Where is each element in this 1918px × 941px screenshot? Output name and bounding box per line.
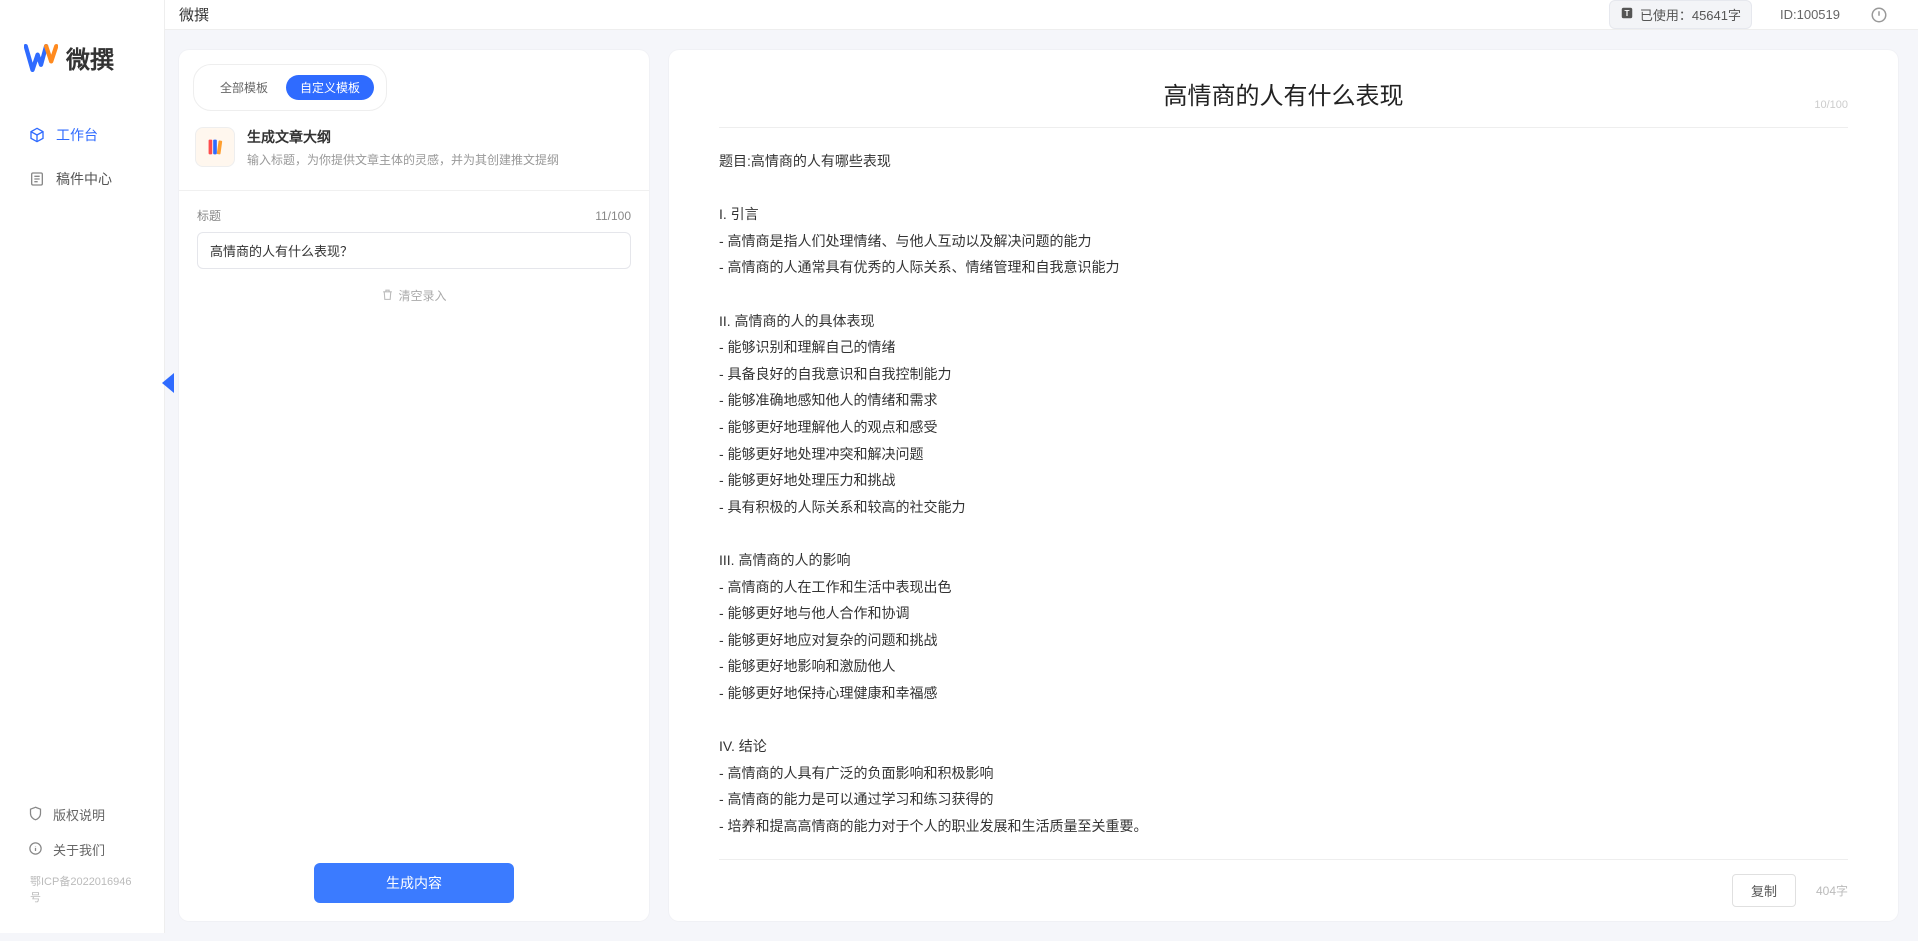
info-icon	[28, 841, 43, 859]
header: 微撰 T 已使用：45641字 ID:100519	[165, 0, 1918, 30]
brand-name: 微撰	[66, 40, 114, 75]
main: 微撰 T 已使用：45641字 ID:100519 全部模板	[165, 0, 1918, 933]
template-tabs: 全部模板 自定义模板	[193, 64, 387, 111]
output-body[interactable]: 题目:高情商的人有哪些表现 I. 引言 - 高情商是指人们处理情绪、与他人互动以…	[669, 128, 1898, 859]
trash-icon	[381, 288, 394, 304]
sidebar-footer: 版权说明 关于我们 鄂ICP备2022016946号	[0, 787, 164, 923]
tab-all-templates[interactable]: 全部模板	[206, 75, 282, 100]
nav: 工作台 稿件中心	[0, 105, 164, 787]
usage-text: 已使用：45641字	[1640, 5, 1741, 24]
title-counter: 11/100	[595, 209, 631, 223]
tab-custom-templates[interactable]: 自定义模板	[286, 75, 374, 100]
footer-about[interactable]: 关于我们	[10, 832, 154, 867]
books-icon	[195, 127, 235, 167]
collapse-handle[interactable]	[162, 373, 174, 393]
clear-input-button[interactable]: 清空录入	[197, 269, 631, 322]
document-icon	[28, 170, 46, 188]
cube-icon	[28, 126, 46, 144]
user-id: ID:100519	[1780, 7, 1840, 22]
usage-chip[interactable]: T 已使用：45641字	[1609, 0, 1752, 29]
output-title-counter: 10/100	[1814, 99, 1848, 111]
copy-button[interactable]: 复制	[1732, 874, 1796, 907]
template-title: 生成文章大纲	[247, 127, 559, 147]
logo-icon	[24, 41, 58, 75]
form-section: 标题 11/100 清空录入	[179, 201, 649, 328]
generate-button[interactable]: 生成内容	[314, 863, 514, 903]
sidebar: 微撰 工作台 稿件中心 版权说明	[0, 0, 165, 933]
word-count: 404字	[1816, 882, 1848, 899]
logo[interactable]: 微撰	[0, 30, 164, 105]
panel-right: 高情商的人有什么表现 10/100 题目:高情商的人有哪些表现 I. 引言 - …	[669, 50, 1898, 921]
clear-label: 清空录入	[398, 287, 446, 304]
page-title: 微撰	[179, 4, 209, 25]
nav-label: 稿件中心	[56, 169, 112, 189]
svg-text:T: T	[1624, 9, 1629, 18]
output-header: 高情商的人有什么表现 10/100	[669, 50, 1898, 121]
shield-icon	[28, 806, 43, 824]
title-label: 标题	[197, 207, 221, 224]
power-icon[interactable]	[1868, 4, 1890, 26]
nav-label: 工作台	[56, 125, 98, 145]
template-card: 生成文章大纲 输入标题，为你提供文章主体的灵感，并为其创建推文提纲	[179, 111, 649, 184]
output-footer: 复制 404字	[719, 859, 1848, 921]
footer-copyright[interactable]: 版权说明	[10, 797, 154, 832]
divider	[179, 190, 649, 191]
nav-drafts[interactable]: 稿件中心	[10, 159, 154, 199]
footer-label: 版权说明	[53, 805, 105, 824]
icp-text: 鄂ICP备2022016946号	[10, 867, 154, 911]
template-desc: 输入标题，为你提供文章主体的灵感，并为其创建推文提纲	[247, 151, 559, 168]
footer-label: 关于我们	[53, 840, 105, 859]
panel-left: 全部模板 自定义模板 生成文章大纲 输入标题，为你提供文章主体的灵感，并为其创建…	[179, 50, 649, 921]
nav-workspace[interactable]: 工作台	[10, 115, 154, 155]
content: 全部模板 自定义模板 生成文章大纲 输入标题，为你提供文章主体的灵感，并为其创建…	[165, 30, 1918, 941]
output-title: 高情商的人有什么表现	[719, 76, 1848, 111]
title-input[interactable]	[197, 232, 631, 269]
text-icon: T	[1620, 6, 1634, 23]
